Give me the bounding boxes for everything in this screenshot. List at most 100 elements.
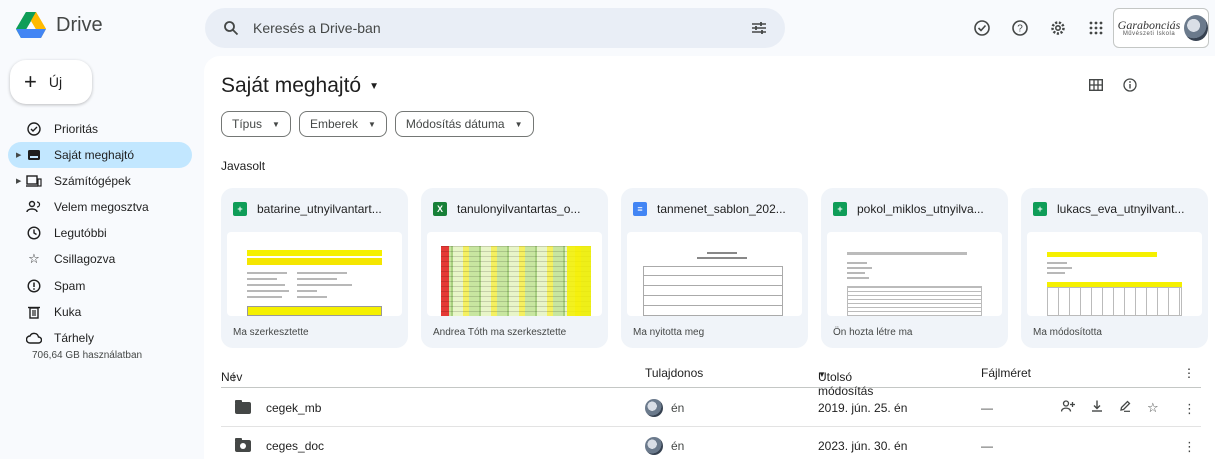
sidebar-item-shared-with-me[interactable]: Velem megosztva [0, 194, 192, 220]
more-options-icon[interactable]: ⋮ [1183, 401, 1196, 417]
sidebar-item-recent[interactable]: Legutóbbi [0, 220, 192, 246]
search-input[interactable] [253, 20, 747, 36]
more-options-icon[interactable]: ⋮ [1183, 439, 1196, 455]
card-activity: Andrea Tóth ma szerkesztette [433, 327, 567, 338]
star-icon[interactable]: ☆ [1147, 400, 1159, 416]
sidebar-item-starred[interactable]: ☆ Csillagozva [0, 246, 192, 272]
file-owner: én [671, 439, 685, 453]
table-row[interactable]: cegek_mb én 2019. jún. 25. én — ☆ ⋮ [221, 389, 1201, 427]
settings-gear-icon[interactable] [1046, 16, 1070, 40]
column-size[interactable]: Fájlméret [981, 366, 1031, 380]
main-panel: Saját meghajtó ▼ Típus ▼ Emberek ▼ Módos… [204, 56, 1215, 459]
plus-icon: + [24, 69, 37, 94]
share-icon[interactable] [1060, 400, 1075, 416]
column-owner[interactable]: Tulajdonos [645, 366, 703, 380]
file-thumbnail [227, 232, 402, 316]
search-options-icon[interactable] [747, 16, 771, 40]
org-subtitle: Művészeti Iskola [1122, 31, 1176, 37]
suggested-file-card[interactable]: ≡ tanmenet_sablon_202... Ma nyitotta meg [621, 188, 808, 348]
rename-icon[interactable] [1119, 400, 1131, 416]
sidebar-item-label: Velem megosztva [54, 200, 149, 215]
shared-folder-icon [235, 438, 251, 452]
spreadsheet-icon: + [833, 202, 847, 216]
page-title[interactable]: Saját meghajtó ▼ [221, 74, 379, 98]
new-button-label: Új [48, 74, 63, 90]
file-thumbnail [827, 232, 1002, 316]
suggested-file-card[interactable]: + lukacs_eva_utnyilvant... Ma módosított… [1021, 188, 1208, 348]
thumb-table [247, 306, 382, 316]
check-circle-icon [26, 121, 42, 137]
card-activity: Ma módosította [1033, 327, 1102, 338]
filter-people[interactable]: Emberek ▼ [298, 111, 387, 137]
sidebar-item-spam[interactable]: Spam [0, 273, 192, 299]
help-icon[interactable]: ? [1008, 16, 1032, 40]
drive-logo[interactable]: Drive [16, 12, 103, 38]
filter-label: Módosítás dátuma [405, 117, 505, 131]
sidebar-item-priority[interactable]: Prioritás [0, 116, 192, 142]
thumb-line [247, 278, 277, 280]
thumb-line [847, 262, 867, 264]
owner-avatar [645, 399, 663, 417]
search-bar[interactable] [205, 8, 785, 48]
user-avatar[interactable] [1184, 15, 1208, 41]
file-name: tanulonyilvantartas_o... [457, 202, 581, 216]
thumb-line [297, 272, 347, 274]
thumb-table [847, 286, 982, 316]
grid-view-icon[interactable] [1088, 78, 1104, 97]
table-row[interactable]: ceges_doc én 2023. jún. 30. én — ⋮ [221, 427, 1201, 459]
sidebar-item-storage[interactable]: Tárhely [0, 325, 192, 351]
thumb-table [567, 246, 591, 316]
thumb-line [247, 296, 282, 298]
spreadsheet-icon: + [233, 202, 247, 216]
clock-icon [26, 225, 42, 241]
document-icon: ≡ [633, 202, 647, 216]
expand-arrow-icon[interactable]: ▶ [16, 151, 21, 159]
new-button[interactable]: + Új [10, 60, 92, 104]
thumb-line [697, 257, 747, 259]
file-size: — [981, 401, 993, 415]
card-activity: Ma nyitotta meg [633, 327, 705, 338]
suggested-file-card[interactable]: + batarine_utnyilvantart... Ma szerkeszt… [221, 188, 408, 348]
shared-mark [240, 443, 246, 449]
sidebar-item-computers[interactable]: ▶ Számítógépek [0, 168, 192, 194]
drive-logo-icon [16, 12, 46, 38]
thumb-header-bar [847, 252, 967, 255]
thumb-line [1047, 272, 1065, 274]
sort-up-arrow-icon[interactable]: ↑ [231, 370, 237, 384]
expand-arrow-icon[interactable]: ▶ [16, 177, 21, 185]
thumb-header-bar [247, 258, 382, 265]
suggested-file-card[interactable]: + pokol_miklos_utnyilva... Ön hozta létr… [821, 188, 1008, 348]
file-name: ceges_doc [266, 439, 325, 453]
people-icon [26, 199, 42, 215]
more-options-icon[interactable]: ⋮ [1183, 366, 1195, 380]
thumb-line [1047, 267, 1072, 269]
excel-icon: X [433, 202, 447, 216]
offline-ready-icon[interactable] [970, 16, 994, 40]
info-icon[interactable] [1123, 78, 1137, 97]
apps-grid-icon[interactable] [1084, 16, 1108, 40]
download-icon[interactable] [1091, 400, 1103, 416]
filter-type[interactable]: Típus ▼ [221, 111, 291, 137]
thumb-header-bar [247, 250, 382, 256]
search-icon[interactable] [219, 16, 243, 40]
top-icons: ? [970, 16, 1108, 40]
account-switcher[interactable]: Garabonciás Művészeti Iskola [1113, 8, 1209, 48]
thumb-line [247, 272, 287, 274]
sidebar-item-my-drive[interactable]: ▶ Saját meghajtó [8, 142, 192, 169]
thumb-line [707, 252, 737, 254]
app-name: Drive [56, 13, 103, 36]
suggested-heading: Javasolt [221, 159, 266, 173]
filter-modified[interactable]: Módosítás dátuma ▼ [394, 111, 534, 137]
sidebar-item-label: Számítógépek [54, 174, 131, 189]
spreadsheet-icon: + [1033, 202, 1047, 216]
file-name: pokol_miklos_utnyilva... [857, 202, 984, 216]
owner-avatar [645, 437, 663, 455]
sidebar-item-trash[interactable]: Kuka [0, 299, 192, 325]
thumb-line [297, 278, 337, 280]
sidebar-item-label: Spam [54, 278, 86, 293]
dropdown-arrow-icon: ▼ [367, 119, 376, 129]
file-thumbnail [1027, 232, 1202, 316]
sidebar-nav: Prioritás ▶ Saját meghajtó ▶ Számítógépe… [0, 116, 192, 351]
suggested-file-card[interactable]: X tanulonyilvantartas_o... Andrea Tóth m… [421, 188, 608, 348]
thumb-table [643, 266, 783, 316]
